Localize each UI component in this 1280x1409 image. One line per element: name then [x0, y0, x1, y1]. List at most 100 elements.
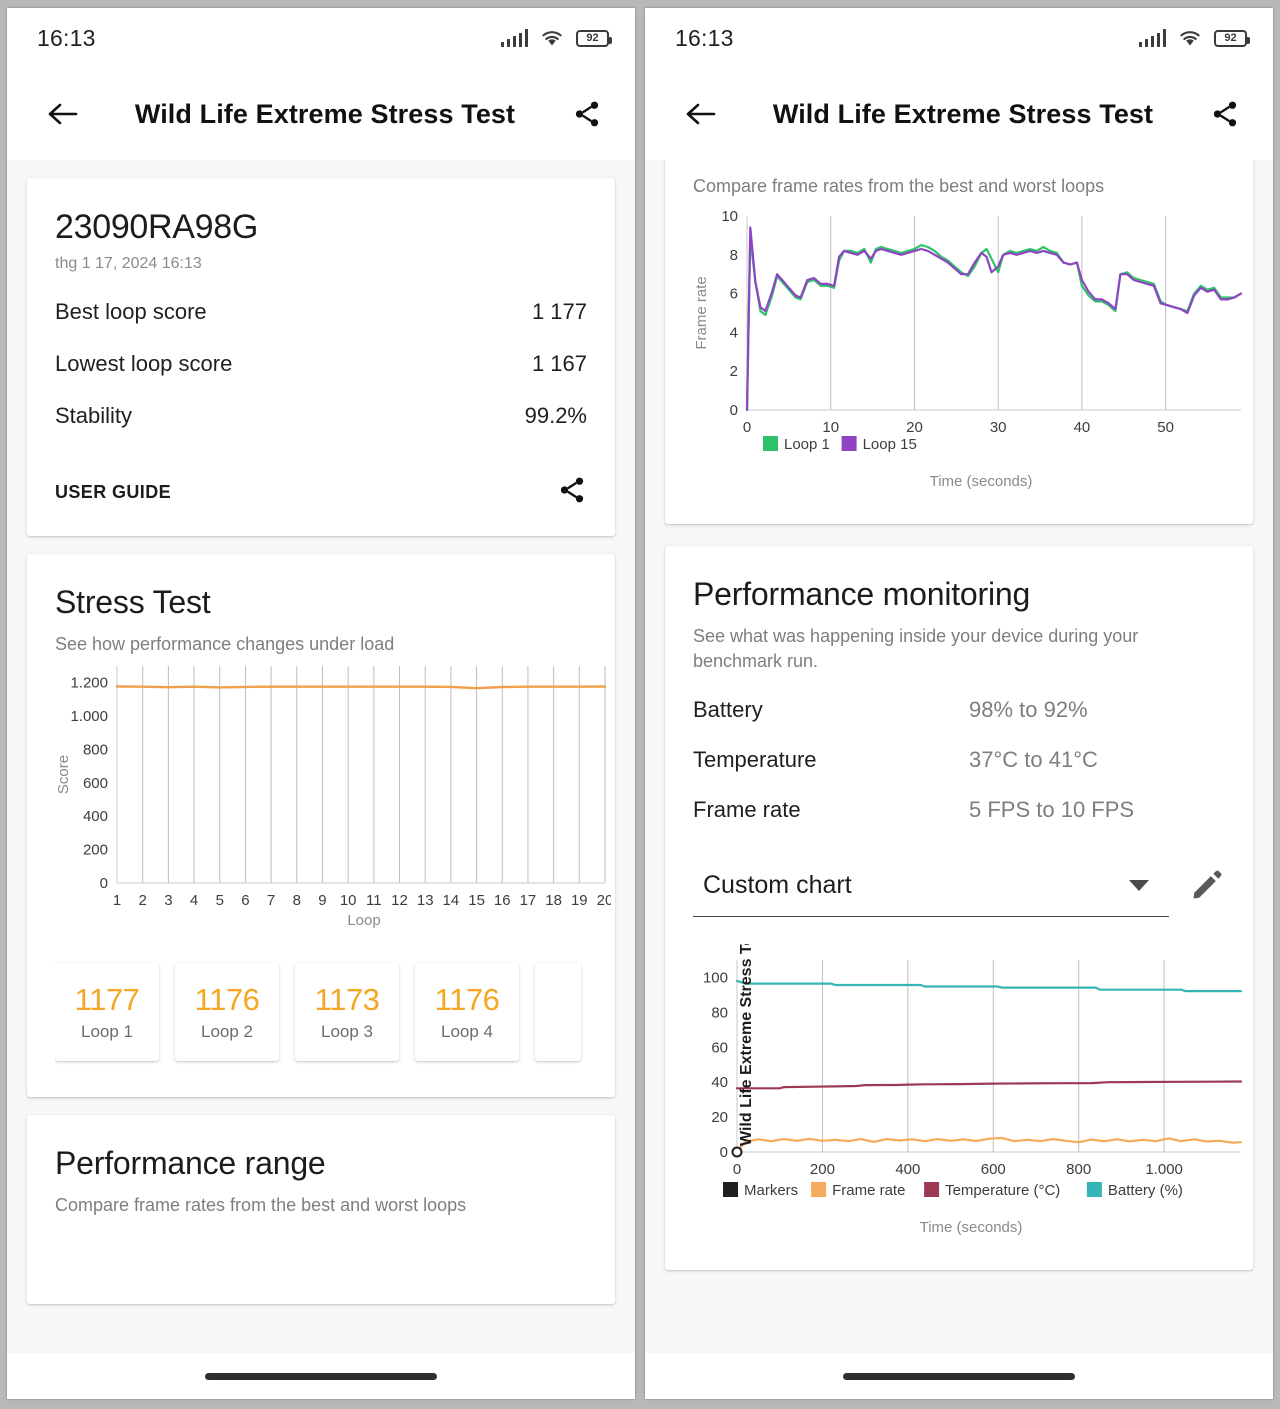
svg-text:Battery (%): Battery (%)	[1108, 1182, 1183, 1199]
wifi-icon	[1178, 29, 1202, 47]
user-guide-button[interactable]: USER GUIDE	[55, 482, 171, 503]
svg-text:Frame rate: Frame rate	[693, 277, 710, 350]
cellular-signal-icon	[501, 29, 528, 47]
svg-text:4: 4	[190, 892, 198, 909]
svg-text:14: 14	[443, 892, 460, 909]
svg-text:13: 13	[417, 892, 434, 909]
svg-text:17: 17	[520, 892, 537, 909]
chart-type-value: Custom chart	[703, 871, 852, 900]
svg-text:800: 800	[83, 742, 108, 759]
loop-score: 1176	[435, 982, 500, 1018]
share-icon[interactable]	[557, 475, 587, 510]
run-timestamp: thg 1 17, 2024 16:13	[55, 255, 587, 273]
card-actions: USER GUIDE	[55, 475, 587, 510]
svg-text:80: 80	[711, 1004, 728, 1021]
svg-text:0: 0	[720, 1144, 728, 1161]
loop-label: Loop 2	[201, 1022, 253, 1042]
performance-range-card: Performance range Compare frame rates fr…	[27, 1115, 615, 1303]
list-item[interactable]: 1176 Loop 2	[175, 963, 279, 1061]
row-value: 5 FPS to 10 FPS	[969, 797, 1134, 823]
chevron-down-icon[interactable]	[1129, 880, 1149, 891]
list-item[interactable]: 1176 Loop 4	[415, 963, 519, 1061]
svg-text:20: 20	[906, 419, 923, 436]
svg-text:60: 60	[711, 1039, 728, 1056]
temperature-row: Temperature 37°C to 41°C	[693, 747, 1225, 773]
svg-text:Score: Score	[55, 755, 72, 794]
svg-text:400: 400	[83, 809, 108, 826]
score-summary-card: 23090RA98G thg 1 17, 2024 16:13 Best loo…	[27, 178, 615, 536]
row-value: 98% to 92%	[969, 697, 1088, 723]
loop-score-list[interactable]: 1177 Loop 1 1176 Loop 2 1173 Loop 3 1176…	[55, 959, 587, 1071]
svg-text:Time (seconds): Time (seconds)	[930, 473, 1033, 490]
best-loop-score-row: Best loop score 1 177	[55, 299, 587, 325]
back-arrow-icon[interactable]	[41, 92, 85, 136]
loop-label: Loop 1	[81, 1022, 133, 1042]
dual-screenshot-stage: 16:13 92 Wild Life Extreme Stress Test	[0, 0, 1280, 1409]
row-label: Lowest loop score	[55, 351, 232, 377]
performance-range-subtitle: Compare frame rates from the best and wo…	[693, 174, 1225, 198]
performance-range-card: Compare frame rates from the best and wo…	[665, 160, 1253, 524]
list-item[interactable]: 1177 Loop 1	[55, 963, 159, 1061]
performance-monitoring-card: Performance monitoring See what was happ…	[665, 546, 1253, 1270]
svg-text:5: 5	[216, 892, 224, 909]
chart-type-select[interactable]: Custom chart	[693, 871, 1169, 917]
stability-row: Stability 99.2%	[55, 403, 587, 429]
back-arrow-icon[interactable]	[679, 92, 723, 136]
svg-text:18: 18	[545, 892, 562, 909]
status-clock: 16:13	[37, 25, 96, 52]
svg-text:10: 10	[340, 892, 357, 909]
lowest-loop-score-row: Lowest loop score 1 167	[55, 351, 587, 377]
battery-row: Battery 98% to 92%	[693, 697, 1225, 723]
row-label: Temperature	[693, 747, 969, 773]
battery-icon: 92	[576, 30, 609, 47]
wifi-icon	[540, 29, 564, 47]
svg-text:1.000: 1.000	[1145, 1161, 1183, 1178]
scroll-content-left[interactable]: 23090RA98G thg 1 17, 2024 16:13 Best loo…	[7, 160, 635, 1353]
battery-icon: 92	[1214, 30, 1247, 47]
svg-text:11: 11	[366, 892, 382, 909]
svg-text:50: 50	[1157, 419, 1174, 436]
loop-score: 1176	[195, 982, 260, 1018]
svg-text:9: 9	[318, 892, 326, 909]
loop-label: Loop 4	[441, 1022, 493, 1042]
svg-text:10: 10	[822, 419, 839, 436]
chart-selector-row: Custom chart	[693, 867, 1225, 922]
svg-text:Temperature (°C): Temperature (°C)	[945, 1182, 1060, 1199]
svg-text:8: 8	[293, 892, 301, 909]
device-name: 23090RA98G	[55, 208, 587, 247]
svg-text:1.000: 1.000	[70, 708, 108, 725]
stress-test-card: Stress Test See how performance changes …	[27, 554, 615, 1097]
status-icons: 92	[1139, 29, 1247, 47]
performance-monitoring-title: Performance monitoring	[693, 576, 1225, 613]
svg-text:800: 800	[1066, 1161, 1091, 1178]
svg-text:Loop 15: Loop 15	[863, 436, 917, 453]
row-label: Battery	[693, 697, 969, 723]
row-value: 99.2%	[525, 403, 587, 429]
performance-range-title: Performance range	[55, 1145, 587, 1182]
svg-text:10: 10	[721, 208, 738, 225]
svg-text:Loop 1: Loop 1	[784, 436, 830, 453]
pencil-edit-icon[interactable]	[1189, 867, 1225, 908]
svg-text:Frame rate: Frame rate	[832, 1182, 905, 1199]
svg-text:0: 0	[100, 875, 108, 892]
row-value: 37°C to 41°C	[969, 747, 1098, 773]
svg-text:30: 30	[990, 419, 1007, 436]
gesture-navigation-bar[interactable]	[645, 1353, 1273, 1399]
svg-text:20: 20	[711, 1109, 728, 1126]
page-title: Wild Life Extreme Stress Test	[89, 99, 561, 130]
row-label: Best loop score	[55, 299, 207, 325]
row-value: 1 177	[532, 299, 587, 325]
share-icon[interactable]	[1203, 92, 1247, 136]
list-item-partial[interactable]	[535, 963, 581, 1061]
page-title: Wild Life Extreme Stress Test	[727, 99, 1199, 130]
status-clock: 16:13	[675, 25, 734, 52]
svg-text:400: 400	[895, 1161, 920, 1178]
svg-text:16: 16	[494, 892, 511, 909]
scroll-content-right[interactable]: Compare frame rates from the best and wo…	[645, 160, 1273, 1353]
gesture-navigation-bar[interactable]	[7, 1353, 635, 1399]
share-icon[interactable]	[565, 92, 609, 136]
list-item[interactable]: 1173 Loop 3	[295, 963, 399, 1061]
svg-text:0: 0	[743, 419, 751, 436]
app-bar-right: Wild Life Extreme Stress Test	[645, 68, 1273, 160]
stress-test-subtitle: See how performance changes under load	[55, 632, 587, 656]
